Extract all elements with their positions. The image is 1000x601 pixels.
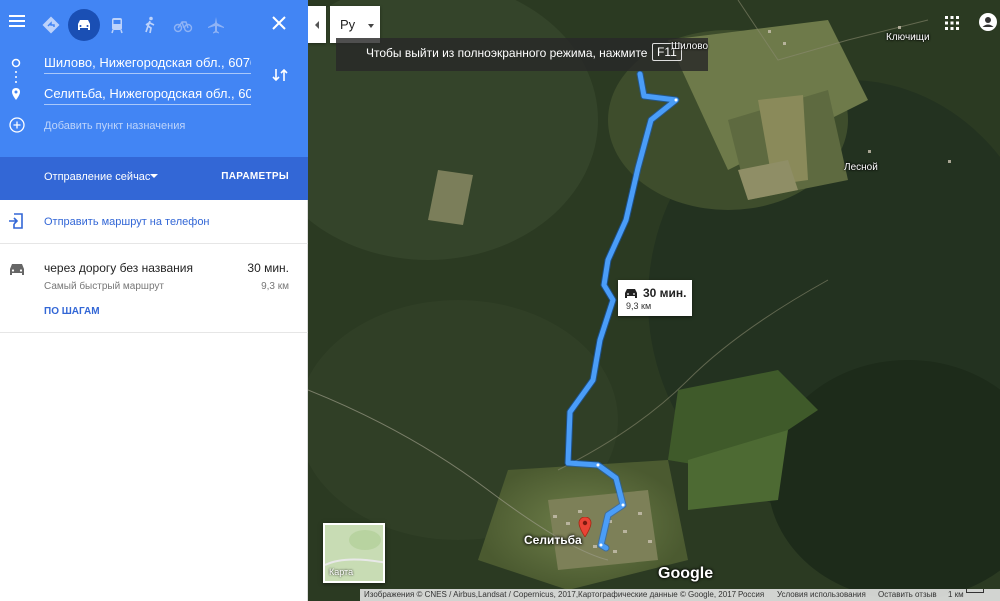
account-icon[interactable] (978, 12, 998, 32)
plane-icon (208, 17, 224, 34)
mode-drive[interactable] (68, 9, 100, 41)
walk-icon (145, 16, 155, 34)
scale-bar (966, 589, 984, 593)
origin-dot-icon (11, 58, 21, 68)
directions-panel: Шилово, Нижегородская обл., 607624 Селит… (0, 0, 308, 601)
add-destination-icon[interactable] (9, 117, 25, 133)
car-icon (78, 20, 90, 30)
mode-walk[interactable] (134, 9, 166, 41)
fullscreen-notice-text: Чтобы выйти из полноэкранного режима, на… (366, 46, 648, 60)
directions-header: Шилово, Нижегородская обл., 607624 Селит… (0, 0, 308, 157)
feedback-link[interactable]: Оставить отзыв (878, 589, 937, 601)
callout-duration: 30 мин. (643, 286, 687, 300)
route-distance: 9,3 км (261, 281, 289, 292)
place-label-shilovo: Шилово (671, 41, 709, 52)
apps-grid-icon[interactable] (944, 15, 960, 31)
google-logo: Google (658, 565, 714, 582)
destination-marker-icon[interactable] (578, 517, 592, 537)
language-value: Ру (340, 17, 356, 32)
directions-diamond-icon (42, 16, 60, 34)
attribution-bar: Изображения © CNES / Airbus,Landsat / Co… (360, 589, 1000, 601)
terms-link[interactable]: Условия использования (777, 589, 866, 601)
map-canvas[interactable]: Ру Чтобы выйти из полноэкранного режима,… (308, 0, 1000, 601)
step-by-step-link[interactable]: ПО ШАГАМ (44, 306, 100, 317)
route-duration: 30 мин. (247, 261, 289, 275)
send-to-phone-row[interactable]: Отправить маршрут на телефон (0, 200, 308, 244)
mode-transit[interactable] (101, 9, 133, 41)
mode-best-route[interactable] (35, 9, 67, 41)
route-callout[interactable]: 30 мин. 9,3 км (618, 280, 692, 316)
depart-dropdown[interactable]: Отправление сейчас (44, 171, 150, 183)
mode-flight[interactable] (200, 9, 232, 41)
country-label: Россия (738, 590, 765, 599)
map-layer-toggle[interactable]: Карта (323, 523, 385, 583)
destination-label: Селитьба (524, 533, 582, 547)
origin-input[interactable]: Шилово, Нижегородская обл., 607624 (44, 52, 251, 74)
mode-bike[interactable] (167, 9, 199, 41)
caret-down-icon (368, 24, 374, 28)
send-to-phone-link[interactable]: Отправить маршрут на телефон (44, 216, 210, 228)
route-note: Самый быстрый маршрут (44, 281, 164, 292)
depart-bar: Отправление сейчас ПАРАМЕТРЫ (0, 157, 308, 200)
route-dots-icon (15, 71, 17, 83)
callout-distance: 9,3 км (626, 301, 652, 311)
close-icon[interactable] (268, 12, 290, 34)
place-label-klyuchishchi: Ключищи (886, 32, 930, 43)
travel-mode-row (0, 9, 308, 41)
map-layer-label: Карта (329, 567, 354, 577)
options-button[interactable]: ПАРАМЕТРЫ (221, 171, 289, 182)
scale-label: 1 км (948, 590, 964, 599)
car-icon (10, 264, 24, 275)
place-label-lesnoy: Лесной (844, 162, 878, 173)
destination-input[interactable]: Селитьба, Нижегородская обл., 607611 (44, 83, 251, 105)
train-icon (111, 18, 123, 34)
swap-icon[interactable] (271, 66, 289, 84)
bike-icon (173, 21, 193, 33)
route-name: через дорогу без названия (44, 261, 193, 275)
route-option-card[interactable]: через дорогу без названия 30 мин. Самый … (0, 245, 308, 333)
add-destination-field[interactable]: Добавить пункт назначения (44, 115, 251, 137)
maps-app: Шилово, Нижегородская обл., 607624 Селит… (0, 0, 1000, 601)
car-icon (625, 289, 637, 298)
caret-down-icon[interactable] (150, 174, 158, 178)
destination-pin-icon (12, 88, 20, 100)
chevron-left-icon (315, 20, 319, 29)
collapse-panel-button[interactable] (308, 6, 326, 43)
imagery-attribution: Изображения © CNES / Airbus,Landsat / Co… (364, 590, 737, 599)
fullscreen-notice: Чтобы выйти из полноэкранного режима, на… (336, 38, 708, 71)
send-to-device-icon (9, 213, 23, 229)
